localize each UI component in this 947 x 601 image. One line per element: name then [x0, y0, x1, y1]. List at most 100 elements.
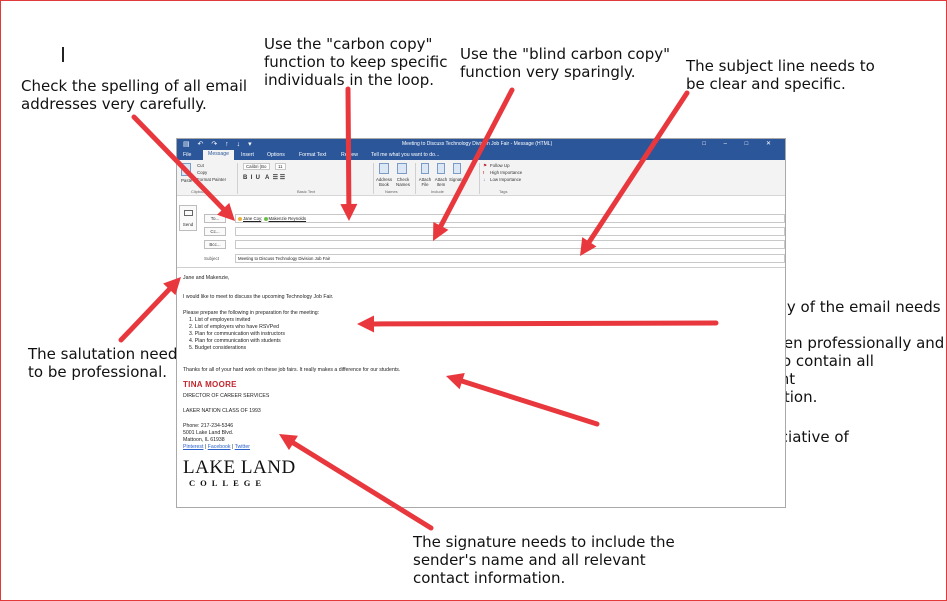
- tab-message[interactable]: Message: [203, 150, 235, 160]
- recipient[interactable]: Makenzie Reynolds: [269, 216, 307, 221]
- format-painter-button[interactable]: Format Painter: [197, 177, 226, 182]
- paste-icon[interactable]: [181, 163, 191, 176]
- signature-name: TINA MOORE: [183, 380, 237, 389]
- cc-field[interactable]: [235, 227, 785, 236]
- follow-up-flag-icon[interactable]: ⚑: [483, 163, 487, 169]
- ribbon-divider: [479, 163, 480, 194]
- follow-up-button[interactable]: Follow Up: [490, 163, 510, 168]
- tab-file[interactable]: File: [183, 152, 191, 158]
- presence-dot: [263, 216, 268, 221]
- high-importance-icon: !: [483, 170, 485, 175]
- annotation-line: contact information.: [413, 569, 566, 587]
- font-name-select[interactable]: Calibri (Bo: [243, 163, 270, 170]
- attach-file-icon[interactable]: [421, 163, 429, 174]
- list-item: 4. Plan for communication with students: [189, 338, 281, 344]
- tab-options[interactable]: Options: [267, 152, 285, 158]
- title-bar: ▤ ↶ ↷ ↑ ↓ ▾ Meeting to Discuss Technolog…: [177, 139, 785, 150]
- format-toolbar[interactable]: B I U A ☰ ☰: [243, 174, 285, 181]
- annotation-line: function very sparingly.: [460, 63, 636, 81]
- bcc-field[interactable]: [235, 240, 785, 249]
- quick-access-toolbar[interactable]: ▤ ↶ ↷ ↑ ↓ ▾: [183, 140, 255, 148]
- ribbon-tabs: File Message Insert Options Format Text …: [177, 150, 785, 160]
- slide-canvas: Check the spelling of all email addresse…: [0, 0, 947, 601]
- tab-format-text[interactable]: Format Text: [299, 152, 326, 158]
- cut-button[interactable]: Cut: [197, 163, 204, 168]
- signature-address-line: 5001 Lake Land Blvd.: [183, 430, 234, 436]
- annotation-signature: The signature needs to include the sende…: [413, 533, 675, 587]
- annotation-line: The subject line needs to: [686, 57, 875, 75]
- low-importance-button[interactable]: Low Importance: [490, 177, 521, 182]
- tab-insert[interactable]: Insert: [241, 152, 254, 158]
- attach-file-button[interactable]: Attach File: [418, 177, 432, 187]
- list-item: 3. Plan for communication with instructo…: [189, 331, 286, 337]
- group-basic-text: Basic Text: [297, 189, 316, 194]
- list-item: 1. List of employers invited: [189, 317, 251, 323]
- tab-review[interactable]: Review: [341, 152, 358, 158]
- copy-button[interactable]: Copy: [197, 170, 207, 175]
- signature-button[interactable]: Signature: [449, 177, 468, 182]
- college-logo: LAKE LAND: [183, 457, 296, 478]
- annotation-line: Use the "carbon copy": [264, 35, 433, 53]
- attach-item-icon[interactable]: [437, 163, 445, 174]
- annotation-subject-line: The subject line needs to be clear and s…: [686, 57, 875, 93]
- recipient[interactable]: Jane Coy: [243, 216, 261, 221]
- to-button[interactable]: To...: [204, 214, 226, 223]
- signature-icon[interactable]: [453, 163, 461, 174]
- twitter-link[interactable]: Twitter: [235, 444, 250, 450]
- annotation-line: individuals in the loop.: [264, 71, 435, 89]
- group-names: Names: [385, 189, 398, 194]
- intro-text: I would like to meet to discuss the upco…: [183, 294, 334, 300]
- group-tags: Tags: [499, 189, 508, 194]
- high-importance-button[interactable]: High Importance: [490, 170, 522, 175]
- send-label: Send: [182, 222, 194, 227]
- signature-class: LAKER NATION CLASS OF 1993: [183, 408, 261, 414]
- window-controls[interactable]: □ – □ ✕: [702, 140, 779, 147]
- annotation-carbon-copy: Use the "carbon copy" function to keep s…: [264, 35, 447, 89]
- subject-field[interactable]: Meeting to Discuss Technology Division J…: [235, 254, 785, 263]
- thanks-text: Thanks for all of your hard work on thes…: [183, 367, 401, 373]
- message-body[interactable]: Jane and Makenzie, I would like to meet …: [177, 267, 785, 507]
- address-book-icon[interactable]: [379, 163, 389, 174]
- arrow-salutation: [118, 277, 181, 343]
- annotation-blind-carbon-copy: Use the "blind carbon copy" function ver…: [460, 45, 670, 81]
- presence-dot: [238, 216, 242, 221]
- annotation-spelling: Check the spelling of all email addresse…: [21, 77, 247, 113]
- paste-button[interactable]: Paste: [181, 178, 192, 183]
- address-book-button[interactable]: Address Book: [375, 177, 393, 187]
- ribbon-divider: [237, 163, 238, 194]
- text-cursor: [62, 47, 64, 62]
- check-names-button[interactable]: Check Names: [394, 177, 412, 187]
- annotation-salutation: The salutation needs to be professional.: [28, 345, 185, 381]
- font-size-select[interactable]: 11: [275, 163, 286, 170]
- annotation-line: to be professional.: [28, 363, 167, 381]
- send-button[interactable]: Send: [179, 205, 197, 231]
- signature-phone: Phone: 217-234-5346: [183, 423, 234, 429]
- check-names-icon[interactable]: [397, 163, 407, 174]
- salutation-text: Jane and Makenzie,: [183, 275, 230, 281]
- annotation-line: Use the "blind carbon copy": [460, 45, 671, 63]
- attach-item-button[interactable]: Attach Item: [434, 177, 448, 187]
- ribbon-divider: [373, 163, 374, 194]
- list-item: 2. List of employers who have RSVPed: [189, 324, 279, 330]
- annotation-line: sender's name and all relevant: [413, 551, 646, 569]
- window-title: Meeting to Discuss Technology Division J…: [402, 141, 553, 147]
- ribbon: Paste Cut Copy Format Painter Clipboard …: [177, 160, 785, 196]
- pinterest-link[interactable]: Pinterest: [183, 444, 203, 450]
- annotation-line: Check the spelling of all email: [21, 77, 248, 95]
- annotation-line: addresses very carefully.: [21, 95, 207, 113]
- low-importance-icon: ↓: [483, 177, 486, 182]
- outlook-message-window: ▤ ↶ ↷ ↑ ↓ ▾ Meeting to Discuss Technolog…: [176, 138, 786, 508]
- tell-me-search[interactable]: Tell me what you want to do...: [371, 152, 439, 158]
- cc-button[interactable]: Cc...: [204, 227, 226, 236]
- to-field[interactable]: Jane Coy; Makenzie Reynolds: [235, 214, 785, 223]
- prep-text: Please prepare the following in preparat…: [183, 310, 320, 316]
- annotation-line: The salutation needs: [28, 345, 186, 363]
- facebook-link[interactable]: Facebook: [208, 444, 231, 450]
- college-logo-subtitle: COLLEGE: [189, 478, 267, 488]
- signature-address-line: Mattoon, IL 61938: [183, 437, 225, 443]
- ribbon-divider: [415, 163, 416, 194]
- bcc-button[interactable]: Bcc...: [204, 240, 226, 249]
- group-include: Include: [431, 189, 444, 194]
- annotation-line: be clear and specific.: [686, 75, 846, 93]
- signature-title: DIRECTOR OF CAREER SERVICES: [183, 393, 270, 399]
